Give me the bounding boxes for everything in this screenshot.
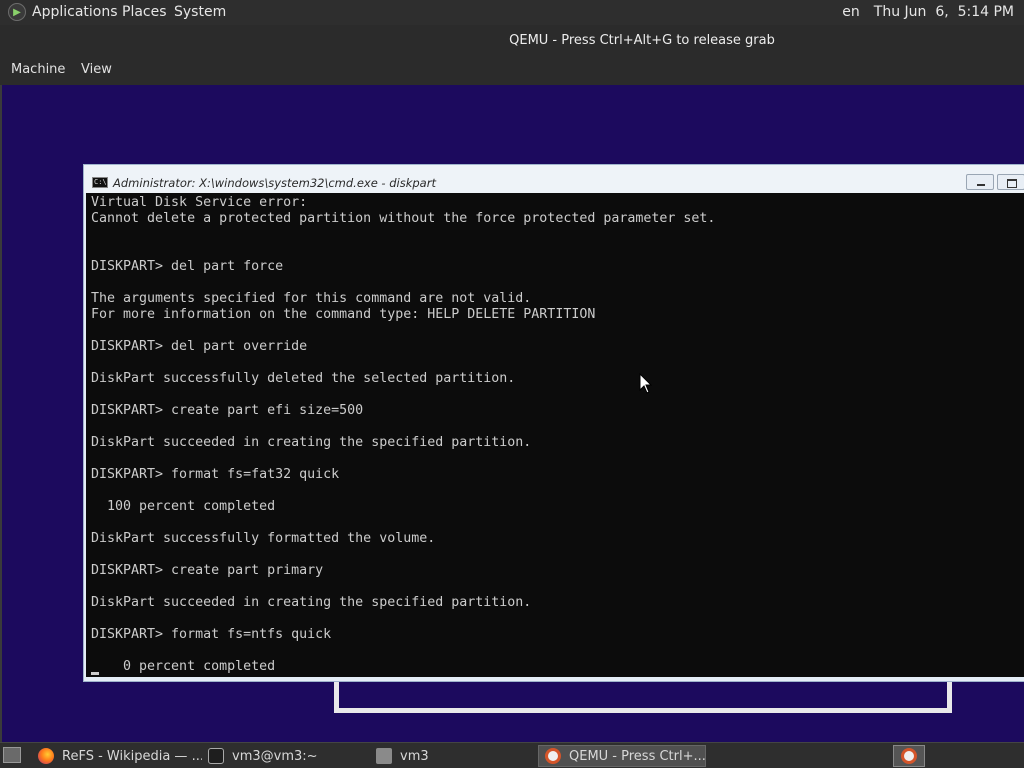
taskbar-item-qemu[interactable]: QEMU - Press Ctrl+... (538, 745, 706, 767)
qemu-window-title: QEMU - Press Ctrl+Alt+G to release grab (509, 33, 775, 48)
taskbar-item-terminal[interactable]: vm3@vm3:~ (202, 745, 370, 767)
console-line: DISKPART> del part override (91, 339, 308, 354)
console-line: DiskPart succeeded in creating the speci… (91, 595, 532, 610)
applications-menu-label: Applications (32, 4, 118, 20)
system-menu[interactable]: System (174, 4, 226, 20)
cmd-titlebar[interactable]: C:\ Administrator: X:\windows\system32\c… (84, 165, 1024, 193)
top-panel: ▶ Applications Places System en Thu Jun … (0, 0, 1024, 25)
taskbar-item-label: vm3 (400, 748, 429, 764)
taskbar-item-firefox[interactable]: ReFS - Wikipedia — ... (32, 745, 202, 767)
show-desktop-icon[interactable] (3, 747, 21, 763)
taskbar-item-label: QEMU - Press Ctrl+... (569, 748, 706, 764)
qemu-icon (901, 748, 917, 764)
text-cursor (91, 672, 99, 675)
cmd-window-title: Administrator: X:\windows\system32\cmd.e… (113, 176, 436, 190)
mouse-pointer-icon (639, 373, 653, 394)
console-line: DISKPART> create part primary (91, 563, 324, 578)
cmd-window[interactable]: C:\ Administrator: X:\windows\system32\c… (83, 164, 1024, 682)
console-line: DiskPart succeeded in creating the speci… (91, 435, 532, 450)
keyboard-layout-indicator[interactable]: en (842, 4, 860, 20)
places-menu[interactable]: Places (122, 4, 167, 20)
machine-menu[interactable]: Machine (11, 62, 65, 77)
background-window-frame (334, 681, 952, 713)
qemu-icon (545, 748, 561, 764)
console-line: DISKPART> create part efi size=500 (91, 403, 364, 418)
workspace-switcher[interactable] (893, 745, 925, 767)
firefox-icon (38, 748, 54, 764)
terminal-icon (208, 748, 224, 764)
panel-status-area: en Thu Jun 6, 5:14 PM (842, 4, 1014, 20)
cmd-icon: C:\ (92, 177, 108, 188)
taskbar-item-label: ReFS - Wikipedia — ... (62, 748, 202, 764)
console-line: 0 percent completed (91, 659, 276, 674)
console-line: 100 percent completed (91, 499, 276, 514)
clock[interactable]: Thu Jun 6, 5:14 PM (874, 4, 1014, 20)
applications-menu[interactable]: ▶ Applications (8, 3, 118, 21)
console-line: The arguments specified for this command… (91, 291, 532, 306)
qemu-menubar: Machine View (0, 57, 1024, 85)
gnome-foot-icon: ▶ (8, 3, 26, 21)
console-line: DISKPART> format fs=fat32 quick (91, 467, 340, 482)
console-line: DISKPART> del part force (91, 259, 284, 274)
taskbar-item-label: vm3@vm3:~ (232, 748, 318, 764)
console-line: DiskPart successfully formatted the volu… (91, 531, 436, 546)
maximize-button[interactable] (997, 174, 1024, 190)
console-line: For more information on the command type… (91, 307, 596, 322)
minimize-button[interactable] (966, 174, 994, 190)
taskbar-item-folder[interactable]: vm3 (370, 745, 538, 767)
console-line: DiskPart successfully deleted the select… (91, 371, 516, 386)
console-line: Cannot delete a protected partition with… (91, 211, 716, 226)
view-menu[interactable]: View (81, 62, 112, 77)
folder-icon (376, 748, 392, 764)
console-output[interactable]: Virtual Disk Service error: Cannot delete… (86, 193, 1024, 677)
console-line: DISKPART> format fs=ntfs quick (91, 627, 332, 642)
vm-display[interactable]: C:\ Administrator: X:\windows\system32\c… (0, 85, 1024, 742)
console-line: Virtual Disk Service error: (91, 195, 308, 210)
taskbar: ReFS - Wikipedia — ... vm3@vm3:~ vm3 QEM… (0, 742, 1024, 768)
qemu-titlebar[interactable]: QEMU - Press Ctrl+Alt+G to release grab (0, 25, 1024, 57)
